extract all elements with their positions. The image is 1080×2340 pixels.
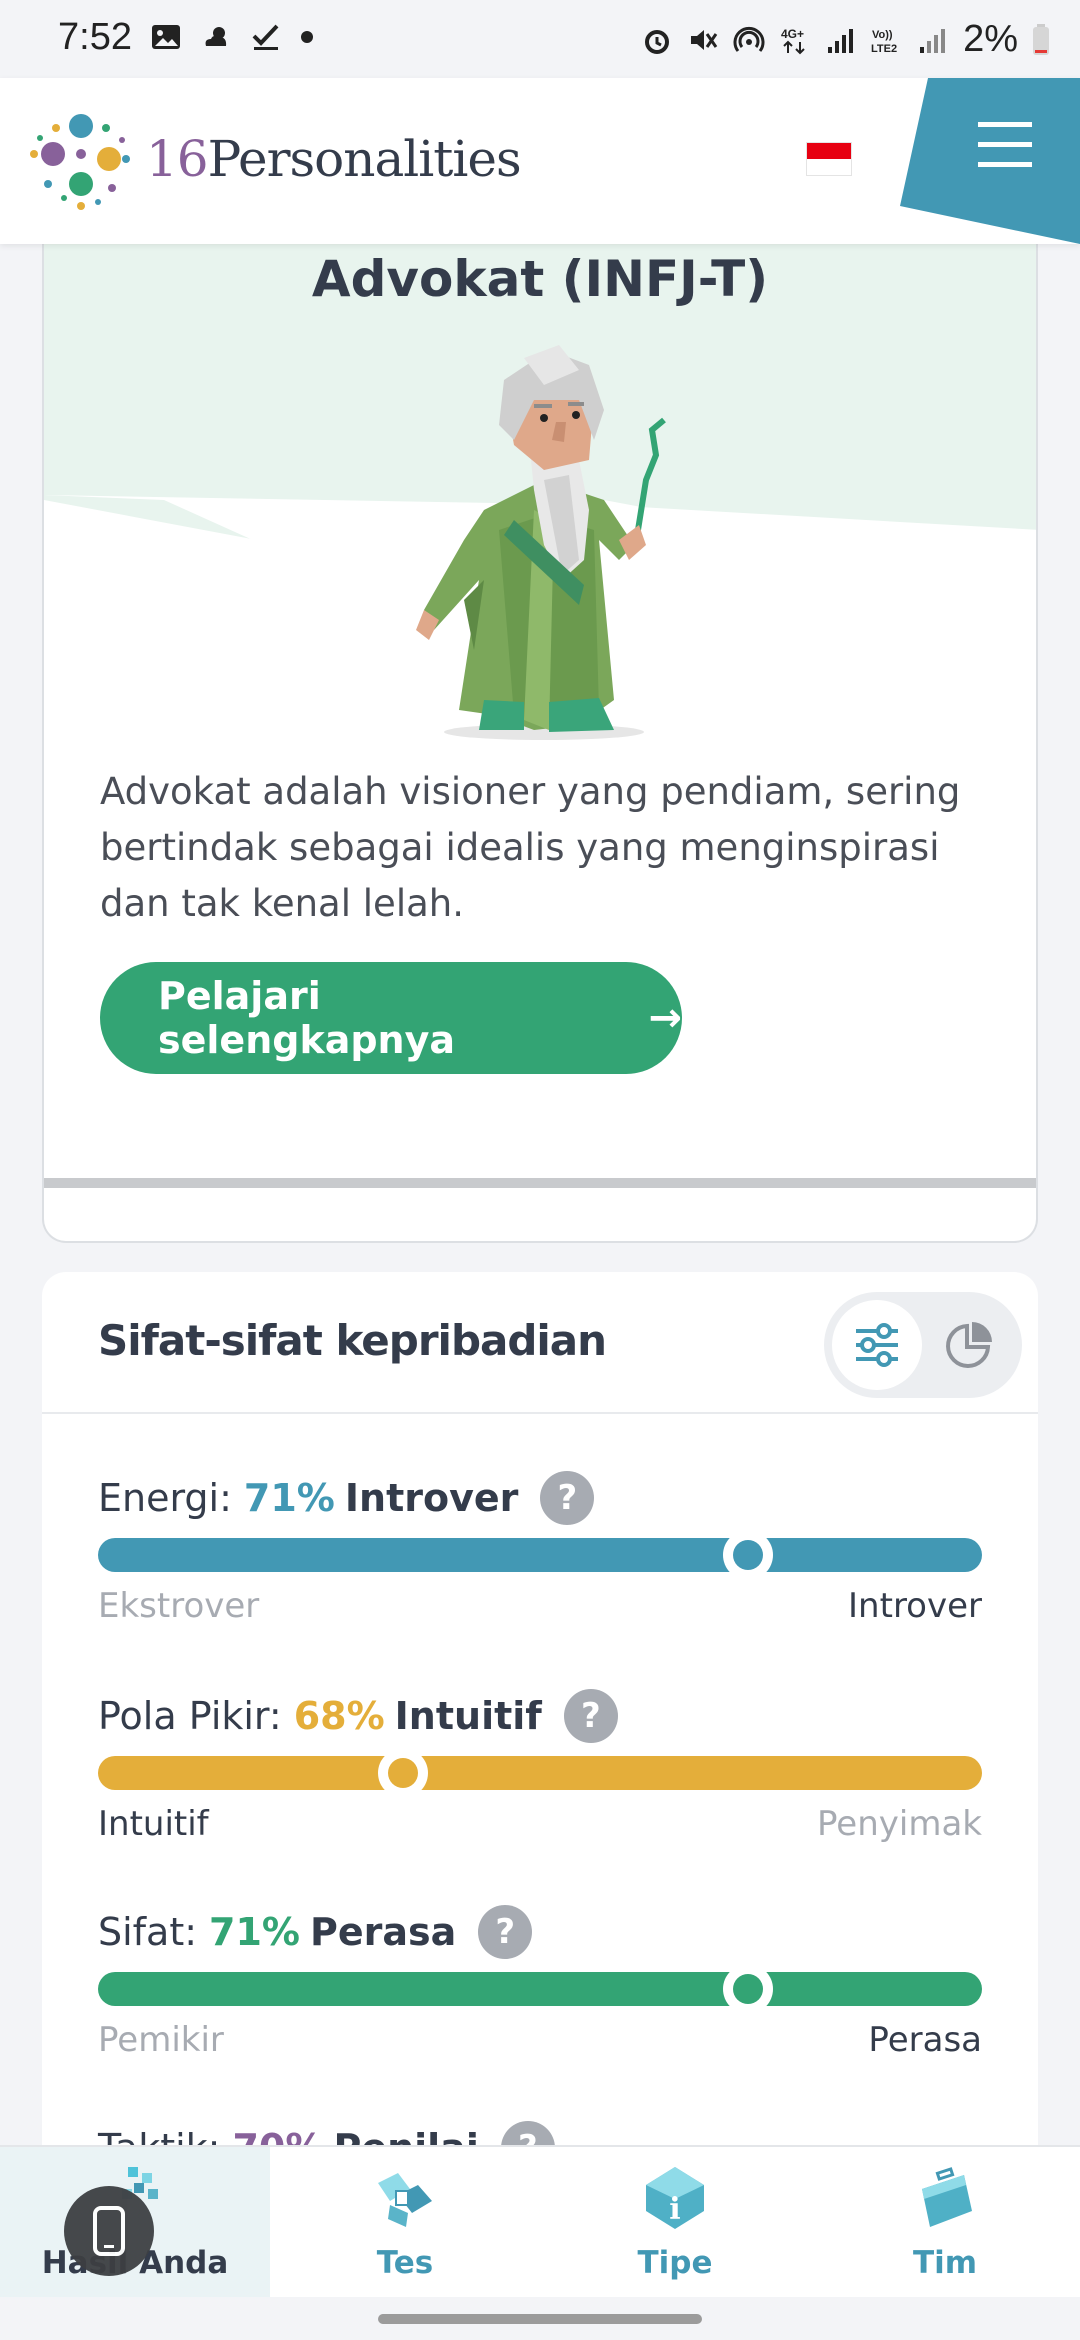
trait-label: Pola Pikir: — [98, 1694, 282, 1738]
personality-type-card: Advokat (INFJ-T) Advokat adalah visioner… — [42, 200, 1038, 1243]
home-gesture-bar[interactable] — [378, 2314, 702, 2324]
weather-icon — [205, 27, 227, 46]
signal-icon-2 — [920, 28, 946, 53]
traits-header: Sifat-sifat kepribadian — [42, 1272, 1038, 1414]
trait-percent: 68% — [293, 1694, 385, 1738]
help-icon[interactable]: ? — [563, 1689, 618, 1743]
site-logo[interactable]: 16Personalities — [26, 104, 522, 214]
nav-label: Tim — [912, 2245, 978, 2281]
status-time: 7:52 — [58, 16, 132, 58]
check-icon — [252, 24, 279, 50]
hotspot-icon — [733, 26, 765, 52]
learn-more-label: Pelajari selengkapnya — [158, 974, 456, 1062]
svg-text:i: i — [669, 2192, 680, 2227]
floating-screen-tool-button[interactable] — [64, 2186, 154, 2276]
dot-icon — [301, 31, 313, 43]
language-flag-indonesia[interactable] — [806, 142, 852, 176]
trait-bar-knob — [722, 1530, 773, 1580]
nav-label: Tes — [376, 2245, 434, 2281]
chart-view-button[interactable] — [924, 1300, 1014, 1390]
trait-bar — [98, 1964, 982, 2014]
trait-right-label: Perasa — [868, 2020, 982, 2060]
nav-item-team[interactable]: Tim — [810, 2147, 1080, 2297]
battery-percent: 2% — [963, 18, 1018, 60]
trait-left-label: Pemikir — [98, 2020, 224, 2060]
mute-icon — [691, 29, 718, 50]
trait-energy: Energi: 71% Introver ? Ekstrover Introve… — [98, 1468, 982, 1626]
trait-side: Introver — [344, 1476, 519, 1520]
trait-percent: 71% — [209, 1910, 301, 1954]
trait-left-label: Intuitif — [98, 1804, 209, 1844]
learn-more-button[interactable]: Pelajari selengkapnya → — [100, 962, 682, 1074]
alarm-icon — [645, 29, 670, 54]
trait-bar-knob — [377, 1748, 428, 1798]
trait-bar — [98, 1530, 982, 1580]
trait-label: Energi: — [98, 1476, 232, 1520]
briefcase-icon — [922, 2167, 972, 2227]
network-4g-icon: 4G+ — [781, 27, 805, 54]
info-gem-icon: i — [646, 2167, 704, 2229]
nav-label: Tipe — [637, 2245, 713, 2281]
nav-item-test[interactable]: Tes — [270, 2147, 540, 2297]
nav-item-types[interactable]: i Tipe — [540, 2147, 810, 2297]
trait-right-label: Introver — [848, 1586, 982, 1626]
volte-icon: Vo)) LTE2 — [871, 29, 897, 55]
sliders-view-button[interactable] — [832, 1300, 922, 1390]
trait-label: Sifat: — [98, 1910, 198, 1954]
status-bar: 7:52 4G+ Vo)) LTE2 2% — [0, 0, 1080, 78]
help-icon[interactable]: ? — [478, 1905, 533, 1959]
help-icon[interactable]: ? — [540, 1471, 595, 1525]
bottom-navigation: Hasil Anda Tes i Tipe Tim — [0, 2145, 1080, 2297]
signal-icon — [828, 28, 854, 53]
site-header: 16Personalities — [0, 78, 1080, 244]
svg-text:LTE2: LTE2 — [871, 43, 897, 55]
trait-mind: Pola Pikir: 68% Intuitif ? Intuitif Peny… — [98, 1686, 982, 1844]
trait-side: Perasa — [310, 1910, 457, 1954]
svg-text:Vo)): Vo)) — [872, 29, 893, 41]
svg-text:4G+: 4G+ — [781, 27, 804, 41]
gallery-icon — [152, 25, 180, 49]
traits-title: Sifat-sifat kepribadian — [98, 1316, 607, 1365]
trait-bar-knob — [722, 1964, 773, 2014]
logo-dots-icon — [30, 114, 130, 210]
trait-bar — [98, 1748, 982, 1798]
pie-chart-icon — [946, 1322, 992, 1368]
view-toggle — [824, 1292, 1022, 1398]
trait-percent: 71% — [243, 1476, 335, 1520]
type-title: Advokat (INFJ-T) — [311, 250, 769, 308]
phone-icon — [93, 2206, 125, 2256]
advocate-character-illustration — [416, 345, 666, 740]
trait-nature: Sifat: 71% Perasa ? Pemikir Perasa — [98, 1902, 982, 2060]
type-description: Advokat adalah visioner yang pendiam, se… — [100, 770, 961, 925]
battery-icon — [1033, 23, 1049, 55]
logo-wordmark: 16Personalities — [146, 130, 522, 188]
trait-side: Intuitif — [394, 1694, 542, 1738]
hamburger-menu-icon[interactable] — [900, 78, 1080, 244]
trait-right-label: Penyimak — [817, 1804, 982, 1844]
test-icon — [378, 2173, 432, 2227]
trait-left-label: Ekstrover — [98, 1586, 260, 1626]
card-divider — [44, 1178, 1036, 1188]
sliders-icon — [856, 1323, 898, 1367]
arrow-right-icon: → — [648, 995, 682, 1041]
personality-traits-card: Sifat-sifat kepribadian Energi: 71% Intr… — [42, 1272, 1038, 2172]
